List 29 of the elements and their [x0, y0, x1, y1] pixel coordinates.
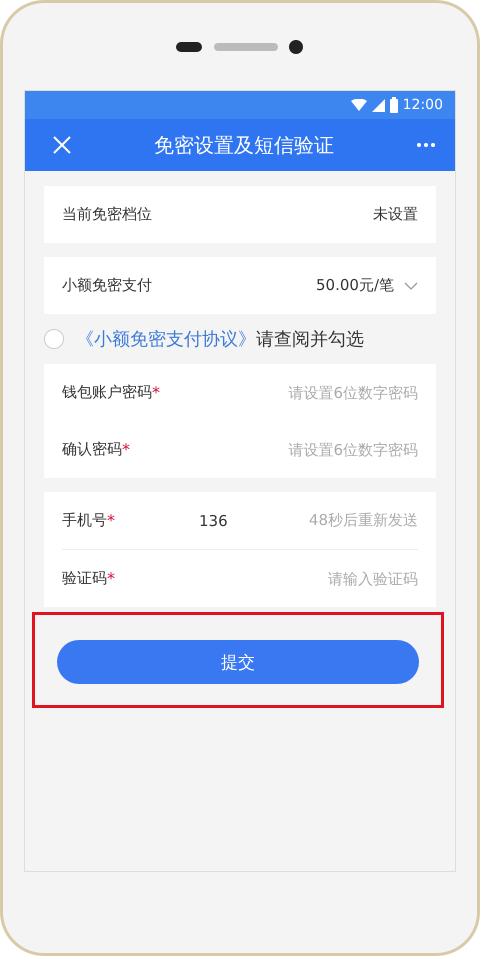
limit-select[interactable]: 50.00元/笔	[316, 276, 394, 295]
input-field[interactable]: 请输入验证码	[199, 570, 418, 588]
submit-button[interactable]: 提交	[57, 640, 419, 684]
page-title: 免密设置及短信验证	[153, 132, 335, 158]
field-label: 当前免密档位	[62, 205, 153, 224]
agreement-text: 《小额免密支付协议》请查阅并勾选	[76, 328, 364, 351]
chevron-down-icon[interactable]	[404, 282, 418, 290]
status-time: 12:00	[402, 97, 443, 113]
signal-icon	[372, 98, 385, 112]
required-mark: *	[107, 511, 115, 530]
input-field[interactable]: 136	[199, 512, 309, 530]
required-mark: *	[122, 440, 130, 459]
field-label: 钱包账户密码	[62, 383, 152, 402]
battery-icon	[390, 97, 398, 113]
required-mark: *	[152, 383, 160, 402]
close-icon[interactable]	[53, 136, 71, 154]
wifi-icon	[350, 99, 367, 111]
more-icon[interactable]	[417, 143, 435, 147]
input-field[interactable]: 请设置6位数字密码	[199, 384, 418, 402]
agreement-checkbox[interactable]	[44, 329, 64, 349]
field-label: 验证码	[62, 569, 107, 588]
field-value: 未设置	[373, 205, 418, 224]
field-label: 手机号	[62, 511, 107, 530]
input-field[interactable]: 请设置6位数字密码	[199, 440, 418, 458]
resend-countdown[interactable]: 48秒后重新发送	[308, 511, 418, 530]
agreement-link[interactable]: 《小额免密支付协议》	[76, 329, 256, 350]
required-mark: *	[107, 569, 115, 588]
field-label: 小额免密支付	[62, 276, 153, 295]
field-label: 确认密码	[62, 440, 122, 459]
